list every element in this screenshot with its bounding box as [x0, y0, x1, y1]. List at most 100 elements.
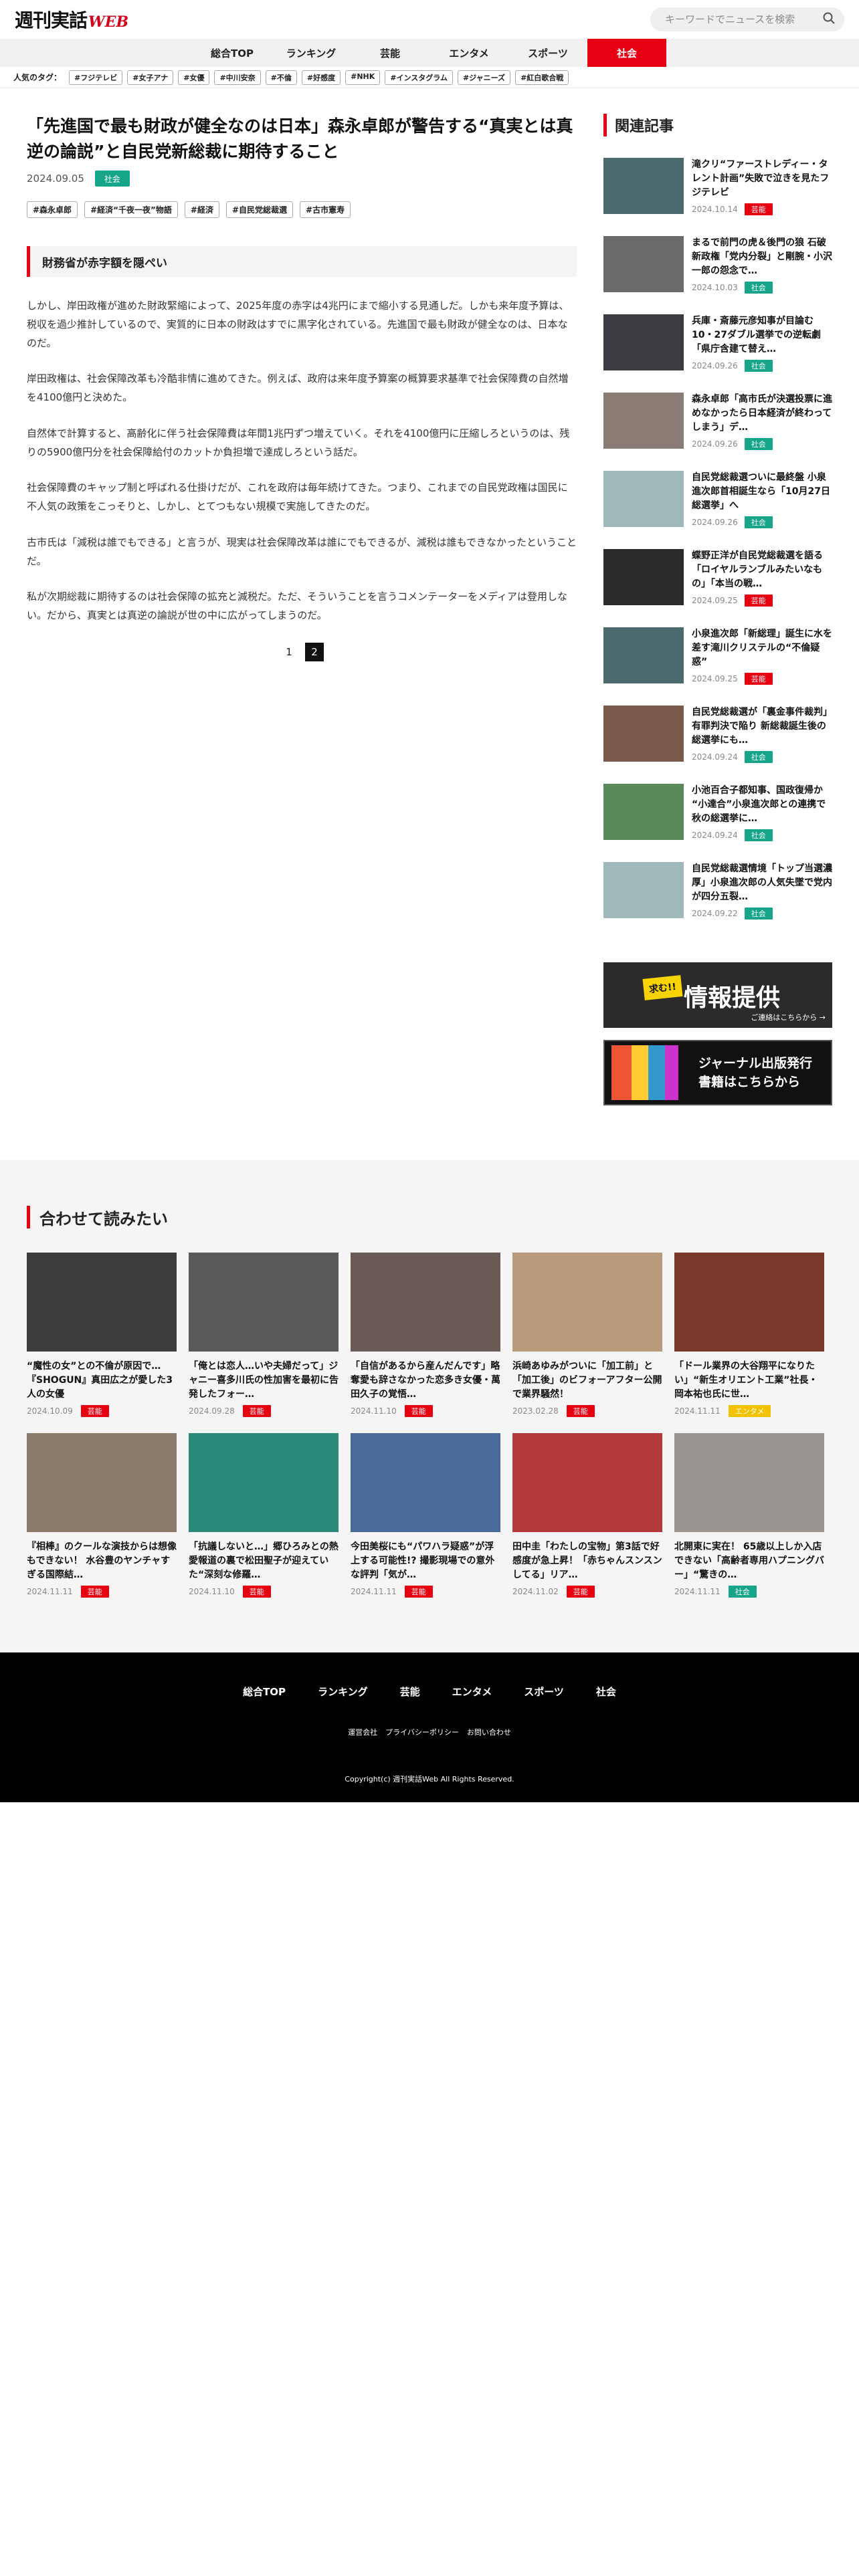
related-article[interactable]: 小池百合子都知事、国政復帰か “小達合”小泉進次郎との連携で秋の総選挙に… 202… — [603, 784, 832, 859]
card-meta: 2024.11.11 社会 — [674, 1586, 824, 1598]
card-title: 「抗議しないと…」郷ひろみとの熱愛報道の裏で松田聖子が迎えていた“深刻な修羅… — [189, 1541, 339, 1580]
popular-tag[interactable]: #中川安奈 — [214, 70, 261, 85]
page-link[interactable]: 2 — [305, 642, 324, 661]
footer-nav-item[interactable]: 芸能 — [400, 1685, 420, 1699]
related-article[interactable]: まるで前門の虎＆後門の狼 石破新政権「党内分裂」と剛腕・小沢一郎の怨念で… 202… — [603, 236, 832, 311]
related-article[interactable]: 兵庫・斎藤元彦知事が目論む10・27ダブル選挙での逆転劇「県庁含建て替え… 202… — [603, 314, 832, 389]
nav-item-5[interactable]: 社会 — [587, 39, 666, 67]
related-article-text: 小池百合子都知事、国政復帰か “小達合”小泉進次郎との連携で秋の総選挙に… 202… — [692, 784, 832, 859]
related-article[interactable]: 自民党総裁選ついに最終盤 小泉進次郎首相誕生なら「10月27日総選挙」へ 2024… — [603, 471, 832, 546]
related-card[interactable]: 「抗議しないと…」郷ひろみとの熱愛報道の裏で松田聖子が迎えていた“深刻な修羅… 2… — [189, 1433, 339, 1598]
category-badge: 芸能 — [404, 1586, 433, 1598]
popular-tag[interactable]: #フジテレビ — [69, 70, 123, 85]
related-article-text: まるで前門の虎＆後門の狼 石破新政権「党内分裂」と剛腕・小沢一郎の怨念で… 202… — [692, 236, 832, 311]
site-logo[interactable]: 週刊実話 WEB — [15, 6, 128, 33]
article-body: しかし、岸田政権が進めた財政緊縮によって、2025年度の赤字は4兆円にまで縮小す… — [27, 297, 577, 625]
related-article-text: 森永卓郎「高市氏が決選投票に進めなかったら日本経済が終わってしまう」デ… 2024… — [692, 393, 832, 467]
article-thumbnail — [603, 158, 684, 214]
card-title: 田中圭「わたしの宝物」第3話で好感度が急上昇！「赤ちゃんスンスンしてる」リア… — [512, 1541, 662, 1580]
footer-nav-item[interactable]: スポーツ — [524, 1685, 564, 1699]
category-badge: 社会 — [744, 907, 773, 920]
footer-link[interactable]: プライバシーポリシー — [385, 1727, 459, 1737]
category-badge: 社会 — [744, 829, 773, 841]
books-banner[interactable]: ジャーナル出版発行 書籍はこちらから — [603, 1040, 832, 1105]
card-title: 今田美桜にも“パワハラ疑惑”が浮上する可能性!? 撮影現場での意外な評判「気が… — [351, 1541, 495, 1580]
category-badge: エンタメ — [728, 1405, 771, 1417]
nav-item-4[interactable]: スポーツ — [508, 39, 587, 67]
article-thumbnail — [603, 627, 684, 683]
related-article[interactable]: 森永卓郎「高市氏が決選投票に進めなかったら日本経済が終わってしまう」デ… 2024… — [603, 393, 832, 467]
footer-nav: 総合TOP ランキング 芸能 エンタメ スポーツ 社会 — [0, 1685, 859, 1699]
related-article[interactable]: 滝クリ“ファーストレディー・タレント計画”失敗で泣きを見たフジテレビ 2024.1… — [603, 158, 832, 233]
related-card[interactable]: “魔性の女”との不倫が原因で…『SHOGUN』真田広之が愛した3人の女優 2024… — [27, 1253, 177, 1417]
logo-web-text: WEB — [88, 13, 129, 31]
popular-tag[interactable]: #不倫 — [265, 70, 297, 85]
related-article[interactable]: 蝶野正洋が自民党総裁選を語る「ロイヤルランブルみたいなもの」「本当の戦… 2024… — [603, 549, 832, 624]
card-meta: 2023.02.28 芸能 — [512, 1405, 662, 1417]
card-thumbnail — [27, 1433, 177, 1532]
popular-tag[interactable]: #NHK — [345, 70, 381, 85]
nav-item-1[interactable]: ランキング — [272, 39, 351, 67]
card-thumbnail — [351, 1253, 500, 1352]
footer-nav-item[interactable]: エンタメ — [452, 1685, 492, 1699]
related-card[interactable]: 今田美桜にも“パワハラ疑惑”が浮上する可能性!? 撮影現場での意外な評判「気が…… — [351, 1433, 500, 1598]
category-badge: 芸能 — [566, 1586, 595, 1598]
related-article-meta: 2024.09.24 社会 — [692, 829, 832, 841]
nav-item-2[interactable]: 芸能 — [351, 39, 430, 67]
related-article[interactable]: 自民党総裁選が「裏金事件裁判」有罪判決で陥り 新総裁誕生後の総選挙にも… 2024… — [603, 706, 832, 780]
related-card[interactable]: 「自信があるから産んだんです」略奪愛も辞さなかった恋多き女優・萬田久子の覚悟… 2… — [351, 1253, 500, 1417]
pagination: 12 — [27, 642, 577, 661]
article-tag[interactable]: #森永卓郎 — [27, 201, 78, 218]
popular-tag[interactable]: #好感度 — [301, 70, 341, 85]
related-grid: “魔性の女”との不倫が原因で…『SHOGUN』真田広之が愛した3人の女優 2024… — [27, 1253, 832, 1598]
article-tag[interactable]: #自民党総裁選 — [225, 201, 294, 218]
article-thumbnail — [603, 471, 684, 527]
related-article[interactable]: 自民党総裁選情境「トップ当選濃厚」小泉進次郎の人気失墜で党内が四分五裂… 2024… — [603, 862, 832, 937]
related-article-title: 蝶野正洋が自民党総裁選を語る「ロイヤルランブルみたいなもの」「本当の戦… — [692, 550, 823, 589]
article-tag[interactable]: #古市憲寿 — [300, 201, 351, 218]
category-badge: 社会 — [744, 360, 773, 372]
related-article[interactable]: 小泉進次郎「新総理」誕生に水を差す滝川クリステルの“不倫疑惑” 2024.09.2… — [603, 627, 832, 702]
content-area: 「先進国で最も財政が健全なのは日本」森永卓郎が警告する“真実とは真逆の論説”と自… — [0, 114, 859, 1105]
popular-tag[interactable]: #紅白歌合戦 — [515, 70, 569, 85]
related-card[interactable]: 田中圭「わたしの宝物」第3話で好感度が急上昇！「赤ちゃんスンスンしてる」リア… 2… — [512, 1433, 662, 1598]
category-badge: 芸能 — [80, 1586, 109, 1598]
info-banner-tag: 求む!! — [642, 975, 683, 1000]
card-meta: 2024.09.28 芸能 — [189, 1405, 339, 1417]
related-article-text: 兵庫・斎藤元彦知事が目論む10・27ダブル選挙での逆転劇「県庁含建て替え… 202… — [692, 314, 832, 389]
copyright: Copyright(c) 週刊実話Web All Rights Reserved… — [345, 1775, 514, 1784]
footer-link[interactable]: お問い合わせ — [467, 1727, 511, 1737]
related-article-title: 自民党総裁選が「裏金事件裁判」有罪判決で陥り 新総裁誕生後の総選挙にも… — [692, 707, 832, 746]
footer-nav-item[interactable]: 社会 — [596, 1685, 616, 1699]
related-card[interactable]: 北開東に実在！ 65歳以上しか入店できない「高齢者専用ハプニングバー」“驚きの…… — [674, 1433, 824, 1598]
category-badge[interactable]: 社会 — [94, 171, 130, 187]
footer-link[interactable]: 運営会社 — [348, 1727, 377, 1737]
main-nav: 総合TOP ランキング 芸能 エンタメ スポーツ 社会 — [0, 39, 859, 67]
search-input[interactable] — [665, 13, 812, 25]
card-title: 浜崎あゆみがついに「加工前」と「加工後」のビフォーアフター公開で業界騒然！ — [512, 1361, 662, 1400]
related-article-date: 2024.09.24 — [692, 752, 738, 762]
card-thumbnail — [27, 1253, 177, 1352]
popular-tag[interactable]: #インスタグラム — [385, 70, 453, 85]
related-article-date: 2024.09.26 — [692, 518, 738, 527]
related-card[interactable]: 『相棒』のクールな演技からは想像もできない！ 水谷豊のヤンチャすぎる国際結… 20… — [27, 1433, 177, 1598]
nav-item-0[interactable]: 総合TOP — [193, 39, 272, 67]
site-header: 週刊実話 WEB — [0, 0, 859, 39]
info-banner[interactable]: 求む!! 情報提供 ご連絡はこちらから → — [603, 962, 832, 1028]
search-icon[interactable] — [823, 12, 835, 27]
page-link[interactable]: 1 — [280, 643, 298, 661]
article-tag[interactable]: #経済 — [184, 201, 219, 218]
related-article-meta: 2024.10.14 芸能 — [692, 203, 832, 215]
article-tag[interactable]: #経済“千夜一夜”物語 — [84, 201, 178, 218]
related-card[interactable]: 「俺とは恋人…いや夫婦だって」ジャニー喜多川氏の性加害を最初に告発したフォー… 2… — [189, 1253, 339, 1417]
related-card[interactable]: 「ドール業界の大谷翔平になりたい」“新生オリエント工業”社長・岡本祐也氏に世… 2… — [674, 1253, 824, 1417]
popular-tag[interactable]: #女子アナ — [127, 70, 174, 85]
search-box — [650, 7, 844, 31]
nav-item-3[interactable]: エンタメ — [430, 39, 508, 67]
related-article-title: 滝クリ“ファーストレディー・タレント計画”失敗で泣きを見たフジテレビ — [692, 159, 830, 198]
popular-tag[interactable]: #ジャニーズ — [457, 70, 511, 85]
footer-nav-item[interactable]: 総合TOP — [243, 1685, 286, 1699]
popular-tag[interactable]: #女優 — [178, 70, 210, 85]
related-card[interactable]: 浜崎あゆみがついに「加工前」と「加工後」のビフォーアフター公開で業界騒然！ 202… — [512, 1253, 662, 1417]
footer-nav-item[interactable]: ランキング — [318, 1685, 368, 1699]
